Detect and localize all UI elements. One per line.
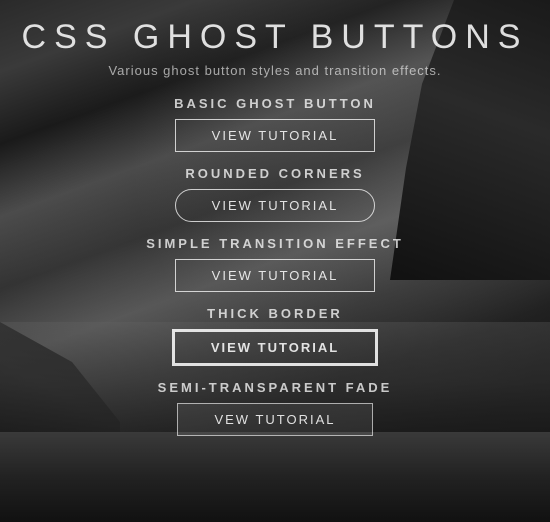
main-content: CSS GHOST BUTTONS Various ghost button s…: [0, 0, 550, 450]
section-thick: THICK BORDER View Tutorial: [0, 306, 550, 366]
section-title-basic: BASIC GHOST BUTTON: [174, 96, 376, 111]
section-title-transition: SIMPLE TRANSITION EFFECT: [146, 236, 404, 251]
section-rounded: ROUNDED CORNERS View Tutorial: [0, 166, 550, 222]
page-title: CSS GHOST BUTTONS: [22, 18, 529, 57]
section-transition: SIMPLE TRANSITION EFFECT View Tutorial: [0, 236, 550, 292]
view-tutorial-button-rounded[interactable]: View Tutorial: [175, 189, 376, 222]
section-title-semi-fade: SEMI-TRANSPARENT FADE: [158, 380, 393, 395]
view-tutorial-button-thick[interactable]: View Tutorial: [172, 329, 378, 366]
section-title-thick: THICK BORDER: [207, 306, 343, 321]
section-semi-fade: SEMI-TRANSPARENT FADE Vew Tutorial: [0, 380, 550, 436]
background: CSS GHOST BUTTONS Various ghost button s…: [0, 0, 550, 522]
section-basic: BASIC GHOST BUTTON View Tutorial: [0, 96, 550, 152]
view-tutorial-button-basic[interactable]: View Tutorial: [175, 119, 376, 152]
page-subtitle: Various ghost button styles and transiti…: [108, 63, 441, 78]
view-tutorial-button-semi-fade[interactable]: Vew Tutorial: [177, 403, 372, 436]
section-title-rounded: ROUNDED CORNERS: [185, 166, 364, 181]
view-tutorial-button-transition[interactable]: View Tutorial: [175, 259, 376, 292]
